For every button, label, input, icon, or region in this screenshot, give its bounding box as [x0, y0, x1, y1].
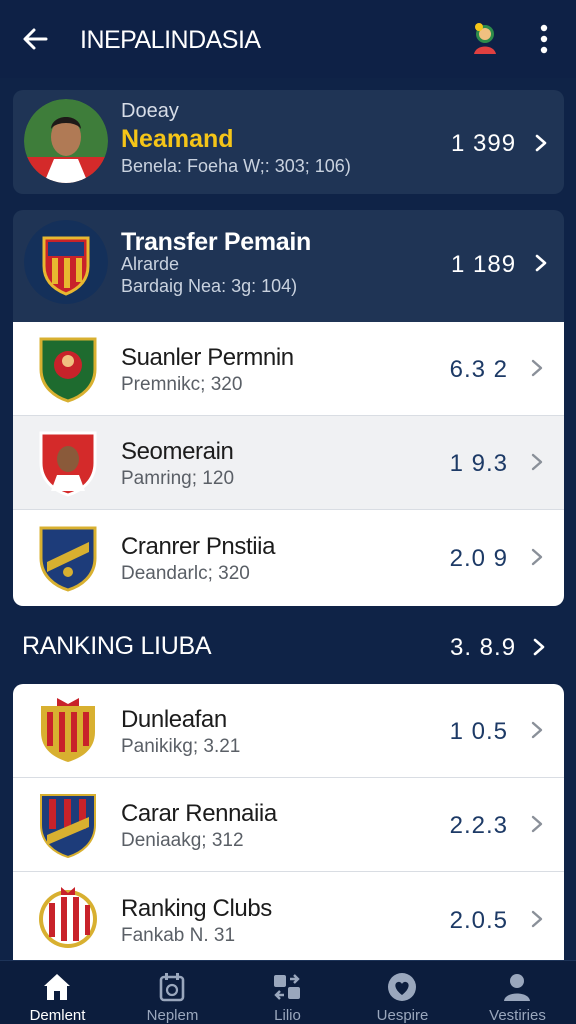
avatar-icon[interactable]	[466, 20, 504, 58]
nav-label: Neplem	[146, 1007, 199, 1024]
nav-item-calendar[interactable]: Neplem	[115, 961, 230, 1024]
featured-label: Doeay	[121, 100, 179, 122]
list-item-title: Seomerain	[121, 438, 234, 465]
player-photo	[24, 99, 108, 183]
arrow-left-icon[interactable]	[20, 24, 50, 54]
nav-item-home[interactable]: Demlent	[0, 961, 115, 1024]
club-crest-icon	[41, 698, 95, 762]
list-item-subtitle: Premnikc; 320	[121, 374, 243, 395]
home-icon	[44, 974, 70, 1000]
featured-meta: Benela: Foeha W;: 303; 106)	[121, 156, 351, 176]
list-item-subtitle: Deniaakg; 312	[121, 830, 244, 851]
nav-label: Lilio	[274, 1007, 301, 1024]
chevron-right-icon	[531, 910, 543, 928]
section-title: RANKING LIUBA	[22, 632, 212, 660]
chevron-right-icon	[531, 721, 543, 739]
nav-label: Uespire	[376, 1007, 429, 1024]
list-item-subtitle: Fankab N. 31	[121, 925, 236, 946]
list-item-title: Cranrer Pnstiia	[121, 533, 276, 560]
list-item[interactable]: Ranking Clubs Fankab N. 31 2.0.5	[13, 873, 564, 960]
list-item[interactable]: Carar Rennaiia Deniaakg; 312 2.2.3	[13, 778, 564, 872]
list-item-title: Suanler Permnin	[121, 344, 294, 371]
transfer-icon	[274, 974, 300, 1000]
list-item-title: Ranking Clubs	[121, 895, 272, 922]
chevron-right-icon	[531, 359, 543, 377]
chevron-right-icon	[531, 548, 543, 566]
club-crest-icon	[39, 431, 97, 497]
transfer-card[interactable]: Transfer Pemain Alrarde Bardaig Nea: 3g:…	[13, 210, 564, 322]
list-item-value: 2.0 9	[449, 545, 508, 572]
club-crest-icon	[40, 794, 96, 859]
transfer-label: Alrarde	[121, 254, 180, 274]
nav-item-profile[interactable]: Vestiries	[460, 961, 575, 1024]
chevron-right-icon	[535, 134, 547, 152]
list-item-title: Carar Rennaiia	[121, 800, 277, 827]
nav-label: Demlent	[29, 1007, 86, 1024]
featured-value: 1 399	[451, 130, 517, 157]
list-item-value: 6.3 2	[449, 356, 508, 383]
list-item-value: 2.2.3	[449, 812, 508, 839]
transfer-list: Suanler Permnin Premnikc; 320 6.3 2 Seom…	[13, 322, 564, 606]
transfer-value: 1 189	[451, 251, 517, 278]
heart-icon	[388, 973, 416, 1001]
nav-item-transfer[interactable]: Lilio	[230, 961, 345, 1024]
list-item-subtitle: Panikikg; 3.21	[121, 736, 241, 757]
list-item-subtitle: Deandarlc; 320	[121, 563, 250, 584]
nav-item-favorites[interactable]: Uespire	[345, 961, 460, 1024]
top-app-bar: INEPALINDASIA	[0, 0, 576, 78]
chevron-right-icon	[535, 254, 547, 272]
list-item[interactable]: Suanler Permnin Premnikc; 320 6.3 2	[13, 322, 564, 416]
bottom-navigation: Demlent Neplem Lilio Uespire Vestiries	[0, 960, 576, 1024]
ranking-list: Dunleafan Panikikg; 3.21 1 0.5 Carar Ren…	[13, 684, 564, 960]
transfer-meta: Bardaig Nea: 3g: 104)	[121, 276, 298, 296]
list-item-value: 1 9.3	[449, 450, 508, 477]
list-item-value: 2.0.5	[449, 907, 508, 934]
club-crest-icon	[39, 526, 97, 592]
featured-player-card[interactable]: Doeay Neamand Benela: Foeha W;: 303; 106…	[13, 90, 564, 194]
transfer-title: Transfer Pemain	[121, 228, 312, 256]
nav-label: Vestiries	[489, 1007, 546, 1024]
section-value: 3. 8.9	[450, 634, 517, 661]
club-crest-icon	[39, 887, 97, 948]
featured-name: Neamand	[121, 125, 234, 153]
chevron-right-icon	[531, 453, 543, 471]
list-item-subtitle: Pamring; 120	[121, 468, 235, 489]
page-title: INEPALINDASIA	[80, 26, 261, 54]
list-item[interactable]: Cranrer Pnstiia Deandarlc; 320 2.0 9	[13, 511, 564, 605]
more-vertical-icon[interactable]	[534, 22, 554, 56]
list-item[interactable]: Seomerain Pamring; 120 1 9.3	[13, 416, 564, 510]
user-icon	[504, 974, 530, 1001]
chevron-right-icon	[531, 815, 543, 833]
club-crest-icon	[39, 337, 97, 403]
list-item-value: 1 0.5	[449, 718, 508, 745]
chevron-right-icon[interactable]	[532, 637, 546, 657]
club-crest-icon	[24, 220, 108, 304]
list-item-title: Dunleafan	[121, 706, 227, 733]
list-item[interactable]: Dunleafan Panikikg; 3.21 1 0.5	[13, 684, 564, 778]
calendar-icon	[159, 973, 185, 1002]
